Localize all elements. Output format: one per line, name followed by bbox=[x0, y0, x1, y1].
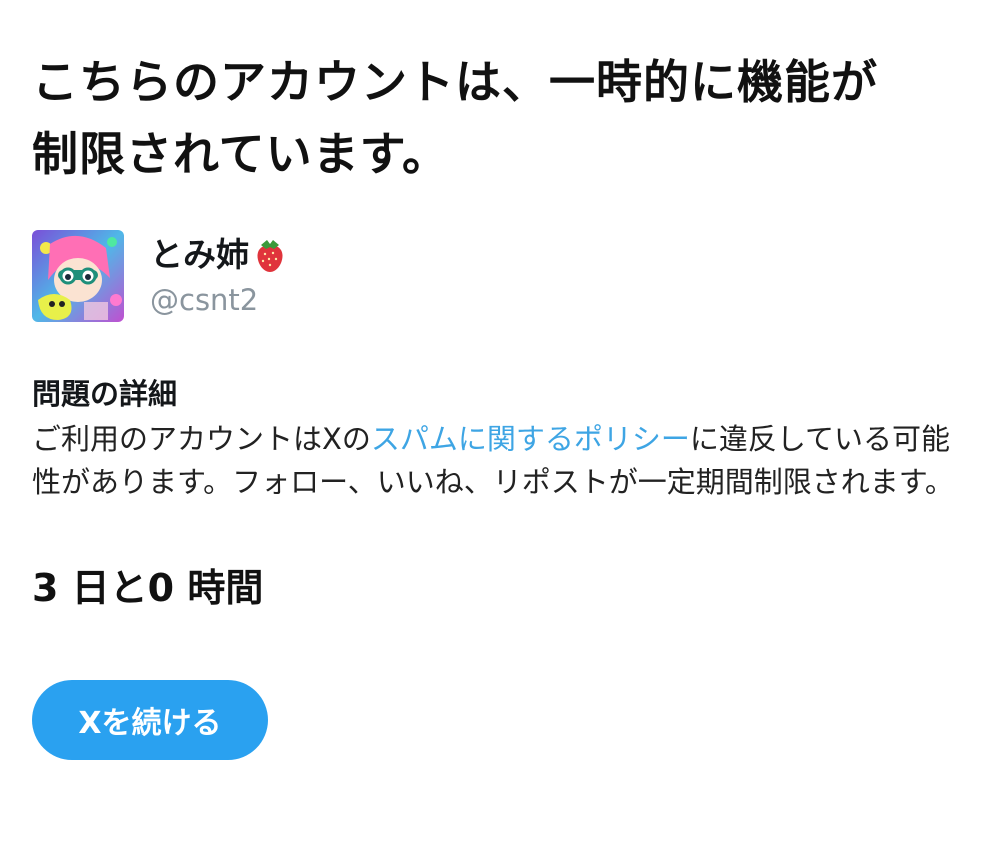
spam-policy-link[interactable]: スパムに関するポリシー bbox=[371, 422, 690, 456]
restriction-duration: 3 日と0 時間 bbox=[32, 566, 264, 610]
avatar bbox=[32, 230, 124, 322]
display-name-text: とみ姉 bbox=[150, 235, 249, 274]
account-info: とみ姉 @csnt2 bbox=[32, 230, 972, 322]
page-title-line-2: 制限されています。 bbox=[32, 127, 450, 181]
avatar-image bbox=[32, 230, 124, 322]
description-text-start: ご利用のアカウントはXの bbox=[32, 422, 371, 456]
restriction-notice: こちらのアカウントは、一時的に機能が 制限されています。 とみ姉 @csnt2 … bbox=[32, 0, 972, 760]
page-title: こちらのアカウントは、一時的に機能が 制限されています。 bbox=[32, 0, 972, 190]
issue-details-title: 問題の詳細 bbox=[32, 377, 178, 411]
page-title-line-1: こちらのアカウントは、一時的に機能が bbox=[32, 55, 878, 109]
issue-description: ご利用のアカウントはXのスパムに関するポリシーに違反している可能性があります。フ… bbox=[32, 418, 967, 504]
account-handle: @csnt2 bbox=[150, 283, 259, 317]
display-name: とみ姉 bbox=[150, 234, 287, 276]
continue-to-x-button[interactable]: Xを続ける bbox=[32, 680, 268, 760]
strawberry-emoji-icon bbox=[257, 240, 283, 272]
